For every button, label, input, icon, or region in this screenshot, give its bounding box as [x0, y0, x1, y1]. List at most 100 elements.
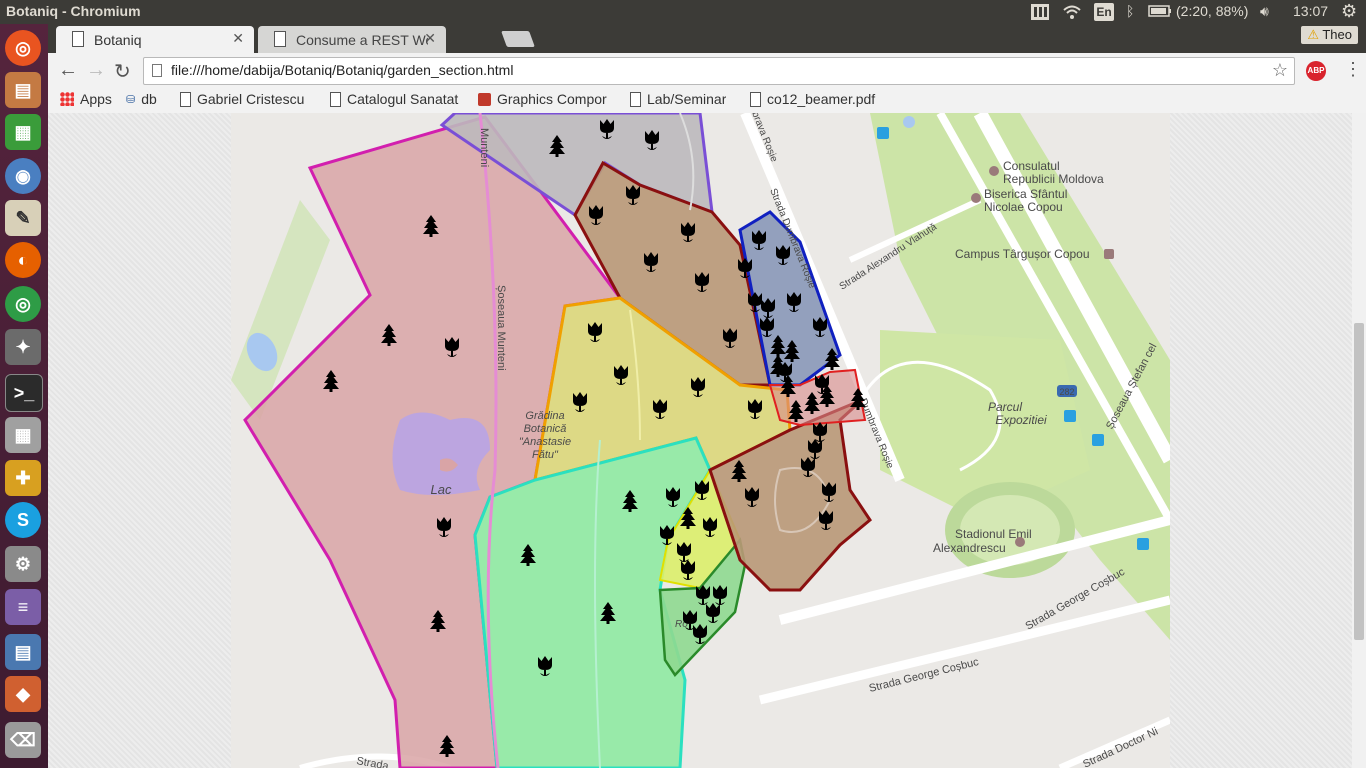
map-label-fatu: Fătu"	[532, 449, 559, 461]
page-icon	[180, 91, 191, 107]
bookmark-label: Graphics Compor	[497, 91, 607, 107]
adblock-plus-icon[interactable]: ABP	[1306, 61, 1326, 81]
tab-consume-rest[interactable]: Consume a REST Web ✕	[258, 26, 446, 53]
keyboard-layout-indicator[interactable]: En	[1094, 3, 1114, 21]
tab-strip: Botaniq ✕ Consume a REST Web ✕ ⚠ Theo	[48, 24, 1366, 53]
map-label-lac: Lac	[431, 482, 452, 497]
files-icon[interactable]: ▤	[5, 72, 41, 108]
map-label-gradina: Grădina	[525, 410, 564, 422]
church-marker-icon[interactable]	[971, 193, 981, 203]
tab-label: Consume a REST Web	[296, 32, 428, 48]
volume-icon[interactable]: 🔊︎	[1260, 3, 1269, 20]
page-icon	[152, 64, 162, 77]
close-tab-icon[interactable]: ✕	[232, 30, 244, 47]
bookmark-apps[interactable]: Apps	[60, 91, 112, 107]
gimp-icon[interactable]: ✦	[5, 329, 41, 365]
fountain-marker-icon	[903, 116, 915, 128]
bookmark-label: Catalogul Sanatat	[347, 91, 459, 107]
map-label-moldova: Republicii Moldova	[1003, 172, 1104, 186]
ubuntu-logo-icon[interactable]: ◎	[5, 30, 41, 66]
map-label-sosea-munteni: Șoseaua Munteni	[495, 285, 507, 371]
puzzle-app-icon[interactable]: ✚	[5, 460, 41, 496]
battery-status: (2:20, 88%)	[1176, 3, 1249, 19]
profile-name: Theo	[1322, 27, 1352, 42]
route-282-label: 282	[1059, 387, 1074, 397]
unity-launcher: ◎ ▤ ▦ ◉ ✎ ◐ ◎ ✦ >_ ▦ ✚ S ⚙ ≡ ▤ ◆ ⌫	[0, 24, 48, 768]
chrome-icon[interactable]: ◎	[5, 286, 41, 322]
map-label-biserica: Biserica Sfântul	[984, 187, 1067, 201]
bookmark-gabriel[interactable]: Gabriel Cristescu	[180, 91, 318, 107]
bookmark-co12[interactable]: co12_beamer.pdf	[750, 91, 884, 107]
forward-arrow-icon[interactable]: →	[86, 59, 106, 82]
bookmark-label: Lab/Seminar	[647, 91, 727, 107]
app-icon-stack[interactable]: ≡	[5, 589, 41, 625]
page-icon	[750, 91, 761, 107]
clock[interactable]: 13:07	[1293, 3, 1328, 19]
bus-stop-icon[interactable]	[1137, 538, 1149, 550]
trash-icon[interactable]: ⌫	[5, 722, 41, 758]
graphics-icon	[478, 92, 491, 106]
tab-label: Botaniq	[94, 32, 142, 48]
grid-indicator-icon[interactable]	[1030, 3, 1050, 24]
battery-icon[interactable]	[1148, 3, 1172, 22]
tab-botaniq[interactable]: Botaniq ✕	[56, 26, 254, 53]
spreadsheet-icon[interactable]: ▦	[5, 114, 41, 150]
settings-gear-icon[interactable]: ⚙	[1341, 1, 1357, 22]
chromium-icon[interactable]: ◉	[5, 158, 41, 194]
text-editor-icon[interactable]: ✎	[5, 200, 41, 236]
bus-stop-icon[interactable]	[877, 127, 889, 139]
url-text[interactable]: file:///home/dabija/Botaniq/Botaniq/gard…	[171, 62, 513, 78]
campus-marker-icon[interactable]	[1104, 249, 1114, 259]
software-center-icon[interactable]: ◆	[5, 676, 41, 712]
warning-icon: ⚠	[1307, 27, 1319, 42]
page-icon	[630, 91, 641, 107]
system-top-panel: Botaniq - Chromium En ᛒ (2:20, 88%) 🔊︎ 1…	[0, 0, 1366, 24]
bookmark-label: Apps	[80, 91, 112, 107]
bookmark-lab-seminar[interactable]: Lab/Seminar	[630, 91, 726, 107]
page-scrollbar-thumb[interactable]	[1354, 323, 1364, 640]
stadium-marker-icon[interactable]	[1015, 537, 1025, 547]
map-label-campus: Campus Târgușor Copou	[955, 247, 1090, 261]
map-label-botanica: Botanică	[524, 423, 567, 435]
bookmarks-bar: Apps ⛁ db Gabriel Cristescu Catalogul San…	[48, 89, 1366, 114]
firefox-icon[interactable]: ◐	[5, 242, 41, 278]
bookmark-label: Gabriel Cristescu	[197, 91, 305, 107]
new-tab-button[interactable]	[501, 31, 535, 47]
back-arrow-icon[interactable]: ←	[58, 59, 78, 82]
map-label-expozitiei: Expozitiei	[995, 413, 1047, 427]
bookmark-star-icon[interactable]: ☆	[1272, 60, 1288, 81]
terminal-icon[interactable]: >_	[5, 374, 43, 412]
map-label-munteni: Munteni	[478, 128, 490, 167]
map-label-nicolae-copou: Nicolae Copou	[984, 200, 1063, 214]
window-title: Botaniq - Chromium	[6, 3, 141, 19]
bookmark-db[interactable]: ⛁ db	[126, 91, 157, 107]
profile-badge[interactable]: ⚠ Theo	[1301, 26, 1358, 44]
close-tab-icon[interactable]: ✕	[424, 30, 436, 47]
address-bar[interactable]: file:///home/dabija/Botaniq/Botaniq/gard…	[143, 57, 1295, 85]
bus-stop-icon[interactable]	[1092, 434, 1104, 446]
apps-grid-icon	[60, 92, 74, 106]
consulate-marker-icon[interactable]	[989, 166, 999, 176]
page-icon	[274, 31, 286, 47]
bookmark-label: db	[141, 91, 157, 107]
db-icon: ⛁	[126, 93, 136, 106]
browser-toolbar: ← → ↻ file:///home/dabija/Botaniq/Botani…	[48, 53, 1366, 89]
reload-icon[interactable]: ↻	[114, 59, 131, 84]
map-label-anastasie: "Anastasie	[519, 436, 571, 448]
skype-icon[interactable]: S	[5, 502, 41, 538]
calculator-icon[interactable]: ▦	[5, 417, 41, 453]
system-settings-icon[interactable]: ⚙	[5, 546, 41, 582]
wifi-icon[interactable]	[1062, 3, 1082, 24]
bluetooth-icon[interactable]: ᛒ	[1126, 3, 1134, 19]
page-icon	[330, 91, 341, 107]
map-label-parcul: Parcul	[988, 400, 1022, 414]
bookmark-catalogul[interactable]: Catalogul Sanatat	[330, 91, 466, 107]
bookmark-label: co12_beamer.pdf	[767, 91, 876, 107]
map-label-consulat: Consulatul	[1003, 159, 1060, 173]
bookmark-graphics[interactable]: Graphics Compor	[478, 91, 618, 107]
page-icon	[72, 31, 84, 47]
bus-stop-icon[interactable]	[1064, 410, 1076, 422]
garden-map[interactable]: Șoseaua Munteni Munteni Grădina Botanică…	[231, 113, 1170, 768]
chrome-menu-icon[interactable]: ⋮	[1344, 59, 1362, 80]
app-icon-stack-2[interactable]: ▤	[5, 634, 41, 670]
